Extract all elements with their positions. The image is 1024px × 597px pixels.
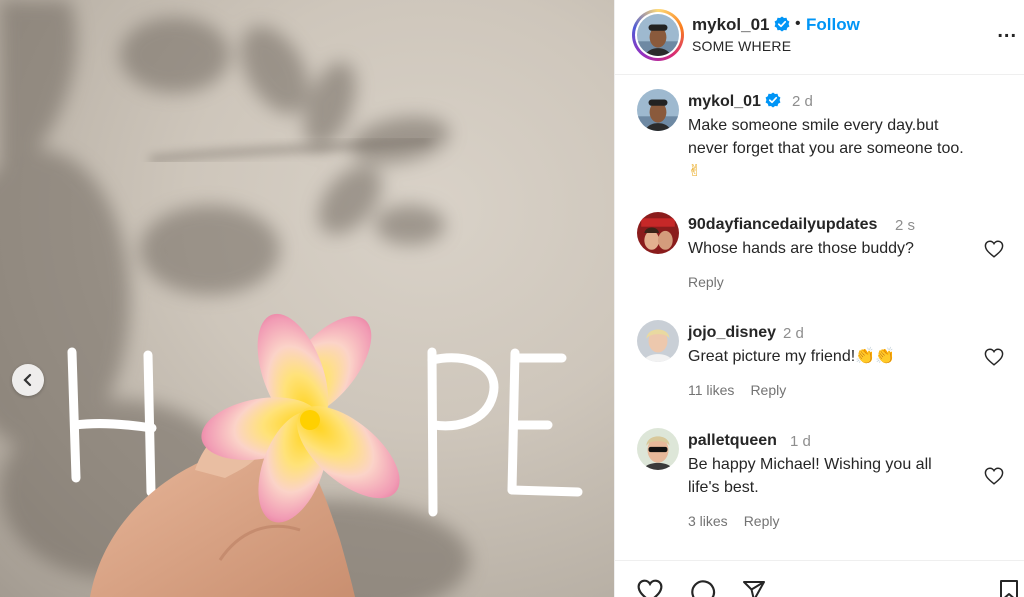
comment-meta: Reply <box>688 274 740 290</box>
chevron-left-icon <box>23 373 32 387</box>
commenter-avatar[interactable] <box>637 212 679 254</box>
author-username-text[interactable]: mykol_01 <box>692 15 770 34</box>
clapping-hands-emoji: 👏👏 <box>855 348 896 365</box>
commenter-username[interactable]: 90dayfiancedailyupdates <box>688 216 877 234</box>
reply-button[interactable]: Reply <box>750 382 786 398</box>
commenter-username[interactable]: jojo_disney <box>688 324 776 342</box>
reply-button[interactable]: Reply <box>744 513 780 529</box>
previous-image-button[interactable] <box>12 364 44 396</box>
post-header: mykol_01 • Follow SOME WHERE ... <box>615 0 1024 75</box>
like-comment-heart-icon[interactable] <box>984 348 1004 366</box>
caption-line-2: never forget that you are someone too. <box>688 140 964 157</box>
more-options-button[interactable]: ... <box>997 20 1017 43</box>
comment-text-line-1: Be happy Michael! Wishing you all <box>688 456 932 473</box>
comment-meta: 11 likes Reply <box>688 382 802 398</box>
comment-text-body: Great picture my friend! <box>688 348 856 365</box>
comment-time[interactable]: 2 s <box>895 217 915 234</box>
reply-button[interactable]: Reply <box>688 274 724 290</box>
post-photo-scene <box>0 0 583 597</box>
comment-text: Whose hands are those buddy? <box>688 240 914 257</box>
caption-username[interactable]: mykol_01 <box>688 92 781 111</box>
comment-meta: 3 likes Reply <box>688 513 795 529</box>
caption-line-1: Make someone smile every day.but <box>688 117 939 134</box>
caption-time[interactable]: 2 d <box>792 93 813 110</box>
comment-time[interactable]: 1 d <box>790 433 811 450</box>
commenter-username[interactable]: palletqueen <box>688 432 777 450</box>
like-comment-heart-icon[interactable] <box>984 467 1004 485</box>
like-post-heart-icon[interactable] <box>637 579 663 597</box>
follow-button[interactable]: Follow <box>806 15 860 35</box>
comment-text-line-2: life's best. <box>688 479 759 496</box>
comments-section[interactable]: mykol_01 2 d Make someone smile every da… <box>615 76 1024 560</box>
verified-badge-icon <box>774 16 789 32</box>
share-paper-plane-icon[interactable] <box>741 579 767 597</box>
victory-hand-emoji: ✌ <box>688 163 702 180</box>
comment-time[interactable]: 2 d <box>783 325 804 342</box>
comment-text: Great picture my friend!👏👏 <box>688 345 988 368</box>
like-comment-heart-icon[interactable] <box>984 240 1004 258</box>
verified-badge-icon <box>765 92 781 108</box>
author-avatar[interactable] <box>632 9 684 61</box>
caption-author-avatar[interactable] <box>637 89 679 131</box>
commenter-avatar[interactable] <box>637 320 679 362</box>
post-details-panel: mykol_01 • Follow SOME WHERE ... mykol_0… <box>614 0 1024 597</box>
comment-likes-count[interactable]: 11 likes <box>688 382 734 398</box>
post-action-bar <box>615 560 1024 597</box>
author-username[interactable]: mykol_01 <box>692 15 790 35</box>
comment-likes-count[interactable]: 3 likes <box>688 513 728 529</box>
save-bookmark-icon[interactable] <box>998 579 1020 597</box>
comment-bubble-icon[interactable] <box>690 579 716 597</box>
post-image <box>0 0 614 597</box>
commenter-avatar[interactable] <box>637 428 679 470</box>
caption-text: Make someone smile every day.but never f… <box>688 114 1008 183</box>
post-location[interactable]: SOME WHERE <box>692 38 791 54</box>
caption-username-text[interactable]: mykol_01 <box>688 93 761 110</box>
avatar-image <box>637 14 679 56</box>
separator-dot: • <box>795 15 801 32</box>
comment-text: Be happy Michael! Wishing you all life's… <box>688 453 988 499</box>
